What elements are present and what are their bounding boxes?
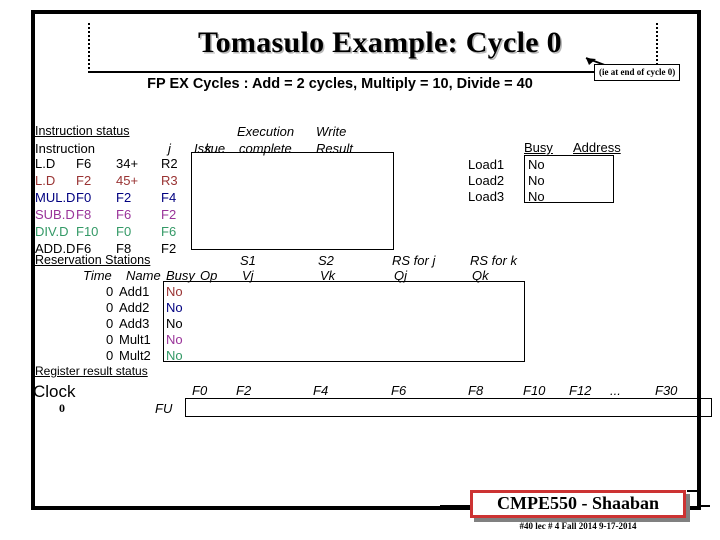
register-header-: ... [610,383,621,398]
header-instruction: Instruction [35,141,95,156]
rs-name: Add1 [119,284,150,299]
clock-label: Clock [33,382,76,401]
register-header-f6: F6 [391,383,407,398]
rs-header-name: Name [126,268,161,283]
rs-name: Add2 [119,300,150,315]
rs-time: 0 [106,348,114,363]
fu-label: FU [155,401,173,416]
instruction-dest: F2 [76,173,92,188]
load-header-address: Address [573,140,621,155]
rs-header-rs-for-k: RS for k [470,253,517,268]
rs-header-time: Time [83,268,112,283]
instruction-j: 45+ [116,173,139,188]
rs-time: 0 [106,332,114,347]
instruction-status-label: Instruction status [35,124,130,138]
register-header-f10: F10 [523,383,546,398]
rs-name: Add3 [119,316,150,331]
callout-note: (ie at end of cycle 0) [594,64,681,81]
rs-header-s2: S2 [318,253,334,268]
footer-course-text: CMPE550 - Shaaban [496,493,660,513]
instruction-k: R3 [161,173,178,188]
register-result-status-label: Register result status [35,364,148,378]
header-j: j [168,141,171,156]
header-execution: Execution [237,124,295,139]
instruction-k: F6 [161,224,177,239]
instruction-k: F2 [161,207,177,222]
instruction-op: L.D [35,156,56,171]
instruction-j: F2 [116,190,132,205]
instruction-dest: F0 [76,190,92,205]
instruction-j: F6 [116,207,132,222]
instruction-status-value-box[interactable] [191,152,394,250]
register-header-f30: F30 [655,383,678,398]
instruction-op: MUL.D [35,190,76,205]
instruction-k: R2 [161,156,178,171]
load-header-busy: Busy [524,140,553,155]
subtitle: FP EX Cycles : Add = 2 cycles, Multiply … [147,76,533,92]
instruction-k: F2 [161,241,177,256]
rs-time: 0 [106,316,114,331]
instruction-j: 34+ [116,156,139,171]
rs-header-rs-for-j: RS for j [392,253,436,268]
rs-header-s1: S1 [240,253,256,268]
register-header-f8: F8 [468,383,484,398]
instruction-dest: F8 [76,207,92,222]
register-header-f0: F0 [192,383,208,398]
load-buffer-name: Load3 [468,189,505,204]
rs-time: 0 [106,300,114,315]
instruction-dest: F10 [76,224,99,239]
register-fu-box[interactable] [185,398,712,417]
load-buffer-name: Load1 [468,157,505,172]
slide-frame-right [697,10,701,510]
instruction-dest: F6 [76,156,92,171]
header-write: Write [316,124,347,139]
reservation-stations-box[interactable] [163,281,525,362]
load-buffer-box[interactable] [524,155,614,203]
register-header-f2: F2 [236,383,252,398]
instruction-op: SUB.D [35,207,75,222]
rs-name: Mult2 [119,348,151,363]
instruction-op: DIV.D [35,224,69,239]
page-title: Tomasulo Example: Cycle 0 [198,26,562,59]
rs-name: Mult1 [119,332,151,347]
instruction-k: F4 [161,190,177,205]
load-buffer-name: Load2 [468,173,505,188]
slide-canvas: Tomasulo Example: Cycle 0 FP EX Cycles :… [0,0,720,540]
register-header-f4: F4 [313,383,329,398]
rs-time: 0 [106,284,114,299]
clock-value: 0 [59,401,65,415]
reservation-stations-label: Reservation Stations [35,253,151,267]
register-header-f12: F12 [569,383,592,398]
slide-frame-top [31,10,701,14]
footer-meta: #40 lec # 4 Fall 2014 9-17-2014 [519,521,637,531]
instruction-j: F0 [116,224,132,239]
instruction-op: L.D [35,173,56,188]
